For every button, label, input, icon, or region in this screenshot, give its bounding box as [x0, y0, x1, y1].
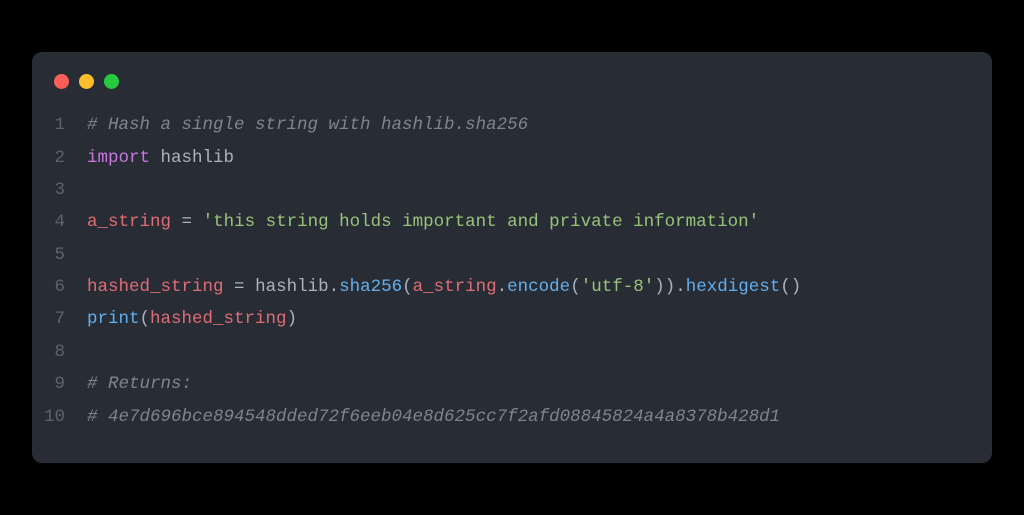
line-number: 2 [32, 142, 87, 174]
code-line: 6hashed_string = hashlib.sha256(a_string… [32, 271, 992, 303]
token [171, 212, 182, 232]
line-number: 7 [32, 303, 87, 335]
code-line: 4a_string = 'this string holds important… [32, 206, 992, 238]
code-content: a_string = 'this string holds important … [87, 206, 759, 238]
close-icon[interactable] [54, 74, 69, 89]
token: hashlib [161, 148, 235, 168]
line-number: 8 [32, 336, 87, 368]
line-number: 3 [32, 174, 87, 206]
token: a_string [413, 277, 497, 297]
code-line: 5 [32, 239, 992, 271]
code-line: 10# 4e7d696bce894548dded72f6eeb04e8d625c… [32, 401, 992, 433]
token: )). [654, 277, 686, 297]
token: = [234, 277, 245, 297]
token: # Hash a single string with hashlib.sha2… [87, 115, 528, 135]
token: ( [140, 309, 151, 329]
token: 'this string holds important and private… [203, 212, 760, 232]
code-line: 1# Hash a single string with hashlib.sha… [32, 109, 992, 141]
code-content: # Returns: [87, 368, 192, 400]
token: ( [402, 277, 413, 297]
line-number: 1 [32, 109, 87, 141]
line-number: 6 [32, 271, 87, 303]
zoom-icon[interactable] [104, 74, 119, 89]
token: ) [287, 309, 298, 329]
token: hashed_string [150, 309, 287, 329]
code-content [87, 239, 98, 271]
token: encode [507, 277, 570, 297]
line-number: 4 [32, 206, 87, 238]
code-content: # 4e7d696bce894548dded72f6eeb04e8d625cc7… [87, 401, 780, 433]
token [192, 212, 203, 232]
code-window: 1# Hash a single string with hashlib.sha… [32, 52, 992, 463]
token: ( [570, 277, 581, 297]
code-content: print(hashed_string) [87, 303, 297, 335]
code-line: 8 [32, 336, 992, 368]
token [245, 277, 256, 297]
token [224, 277, 235, 297]
token: sha256 [339, 277, 402, 297]
code-content: # Hash a single string with hashlib.sha2… [87, 109, 528, 141]
code-line: 9# Returns: [32, 368, 992, 400]
token: a_string [87, 212, 171, 232]
window-traffic-lights [32, 74, 992, 109]
line-number: 9 [32, 368, 87, 400]
code-line: 3 [32, 174, 992, 206]
token: hashlib [255, 277, 329, 297]
token: print [87, 309, 140, 329]
line-number: 5 [32, 239, 87, 271]
token: () [780, 277, 801, 297]
token: . [329, 277, 340, 297]
line-number: 10 [32, 401, 87, 433]
token [150, 148, 161, 168]
token: import [87, 148, 150, 168]
token: . [497, 277, 508, 297]
token: # Returns: [87, 374, 192, 394]
code-content [87, 174, 98, 206]
token: 'utf-8' [581, 277, 655, 297]
code-content [87, 336, 98, 368]
code-line: 7print(hashed_string) [32, 303, 992, 335]
code-content: import hashlib [87, 142, 234, 174]
code-area: 1# Hash a single string with hashlib.sha… [32, 109, 992, 433]
token: # 4e7d696bce894548dded72f6eeb04e8d625cc7… [87, 407, 780, 427]
token: = [182, 212, 193, 232]
token: hexdigest [686, 277, 781, 297]
code-content: hashed_string = hashlib.sha256(a_string.… [87, 271, 801, 303]
code-line: 2import hashlib [32, 142, 992, 174]
minimize-icon[interactable] [79, 74, 94, 89]
token: hashed_string [87, 277, 224, 297]
